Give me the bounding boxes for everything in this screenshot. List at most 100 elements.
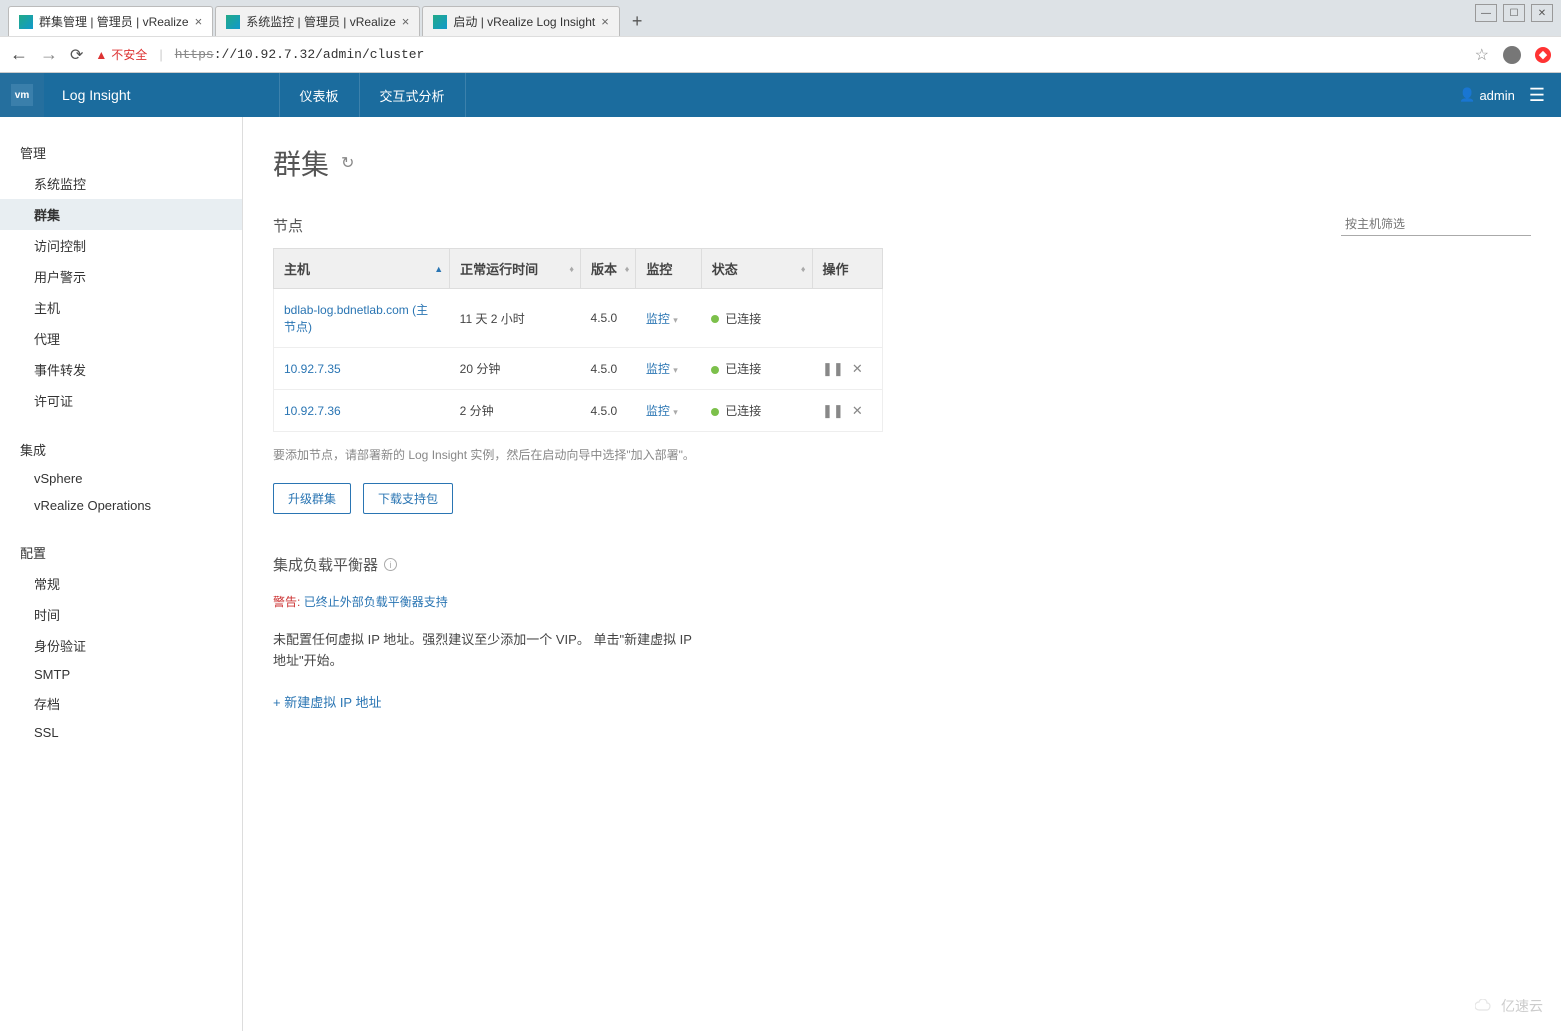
- tab-title: 启动 | vRealize Log Insight: [453, 13, 595, 30]
- nav-dashboards[interactable]: 仪表板: [279, 73, 359, 117]
- status-dot-icon: [711, 315, 719, 323]
- sidebar-item[interactable]: vSphere: [0, 465, 242, 492]
- sidebar-item[interactable]: 事件转发: [0, 354, 242, 385]
- user-menu[interactable]: 👤 admin: [1459, 87, 1515, 103]
- pause-icon[interactable]: ❚❚: [822, 403, 844, 419]
- watermark: 亿速云: [1475, 996, 1543, 1016]
- app-header: vm Log Insight 仪表板 交互式分析 👤 admin ☰: [0, 73, 1561, 117]
- sidebar-item[interactable]: 用户警示: [0, 261, 242, 292]
- cell-uptime: 20 分钟: [450, 348, 581, 390]
- host-filter-input[interactable]: [1341, 213, 1531, 236]
- col-status[interactable]: 状态♦: [701, 249, 812, 289]
- table-row: 10.92.7.35 20 分钟4.5.0 监控 ▾ 已连接 ❚❚ ✕: [274, 348, 883, 390]
- table-row: 10.92.7.362 分钟4.5.0监控 ▾已连接❚❚✕: [274, 390, 883, 432]
- browser-tab[interactable]: 群集管理 | 管理员 | vRealize ×: [8, 6, 213, 36]
- sidebar-item[interactable]: 系统监控: [0, 168, 242, 199]
- add-vip-link[interactable]: + 新建虚拟 IP 地址: [273, 692, 381, 711]
- divider: |: [159, 47, 162, 62]
- tab-close-icon[interactable]: ×: [195, 14, 203, 29]
- pause-icon[interactable]: ❚❚: [822, 361, 844, 377]
- sidebar-item[interactable]: SMTP: [0, 661, 242, 688]
- window-minimize[interactable]: —: [1475, 4, 1497, 22]
- host-link[interactable]: 10.92.7.36: [284, 404, 341, 418]
- monitor-link[interactable]: 监控: [646, 404, 670, 418]
- profile-icon[interactable]: [1503, 46, 1521, 64]
- sidebar-item[interactable]: 存档: [0, 688, 242, 719]
- remove-icon[interactable]: ✕: [852, 361, 863, 377]
- status-dot-icon: [711, 366, 719, 374]
- col-uptime[interactable]: 正常运行时间♦: [450, 249, 581, 289]
- user-icon: 👤: [1459, 87, 1475, 103]
- browser-tab[interactable]: 启动 | vRealize Log Insight ×: [422, 6, 619, 36]
- cell-version: 4.5.0: [581, 348, 636, 390]
- sidebar-item[interactable]: 访问控制: [0, 230, 242, 261]
- window-maximize[interactable]: ☐: [1503, 4, 1525, 22]
- tab-bar: 群集管理 | 管理员 | vRealize×系统监控 | 管理员 | vReal…: [0, 0, 1561, 36]
- cell-status: 已连接: [701, 289, 812, 348]
- address-bar: ← → ⟳ ▲ 不安全 | https://10.92.7.32/admin/c…: [0, 36, 1561, 72]
- sidebar-item[interactable]: 常规: [0, 568, 242, 599]
- nav-forward-icon[interactable]: →: [40, 44, 58, 65]
- nav-back-icon[interactable]: ←: [10, 44, 28, 65]
- info-icon[interactable]: i: [384, 558, 397, 571]
- sidebar-item[interactable]: 身份验证: [0, 630, 242, 661]
- monitor-link[interactable]: 监控: [646, 312, 670, 326]
- insecure-label: 不安全: [111, 46, 147, 63]
- window-close[interactable]: ✕: [1531, 4, 1553, 22]
- chevron-down-icon[interactable]: ▾: [673, 407, 678, 417]
- extension-icon[interactable]: ◆: [1535, 47, 1551, 63]
- nav-interactive[interactable]: 交互式分析: [359, 73, 466, 117]
- watermark-text: 亿速云: [1501, 996, 1543, 1016]
- monitor-link[interactable]: 监控: [646, 362, 670, 376]
- lb-note: 未配置任何虚拟 IP 地址。强烈建议至少添加一个 VIP。 单击"新建虚拟 IP…: [273, 630, 703, 672]
- chevron-down-icon[interactable]: ▾: [673, 365, 678, 375]
- tab-title: 群集管理 | 管理员 | vRealize: [39, 13, 189, 30]
- sidebar-item[interactable]: 主机: [0, 292, 242, 323]
- upgrade-cluster-button[interactable]: 升级群集: [273, 483, 351, 514]
- main-content: 群集 ↻ 节点 主机▲ 正常运行时间♦ 版本♦ 监控 状态♦ 操作 bdlab-…: [243, 117, 1561, 1031]
- table-row: bdlab-log.bdnetlab.com (主节点)11 天 2 小时4.5…: [274, 289, 883, 348]
- url-scheme: https: [175, 47, 214, 62]
- hamburger-icon[interactable]: ☰: [1529, 85, 1545, 106]
- warning-link[interactable]: 已终止外部负载平衡器支持: [304, 595, 448, 609]
- insecure-indicator[interactable]: ▲ 不安全: [95, 46, 147, 63]
- sidebar-item[interactable]: 代理: [0, 323, 242, 354]
- tab-close-icon[interactable]: ×: [601, 14, 609, 29]
- reload-icon[interactable]: ⟳: [70, 45, 83, 65]
- tab-close-icon[interactable]: ×: [402, 14, 410, 29]
- download-support-button[interactable]: 下载支持包: [363, 483, 453, 514]
- url-path: ://10.92.7.32/admin/cluster: [214, 47, 425, 62]
- cell-uptime: 11 天 2 小时: [450, 289, 581, 348]
- col-version[interactable]: 版本♦: [581, 249, 636, 289]
- sidebar-group-title: 管理: [0, 137, 242, 168]
- sidebar-item[interactable]: vRealize Operations: [0, 492, 242, 519]
- col-monitor: 监控: [636, 249, 701, 289]
- app-title: Log Insight: [44, 87, 149, 103]
- cell-status: 已连接: [701, 348, 812, 390]
- sidebar-item[interactable]: SSL: [0, 719, 242, 746]
- refresh-icon[interactable]: ↻: [341, 153, 354, 173]
- tab-title: 系统监控 | 管理员 | vRealize: [246, 13, 396, 30]
- sidebar-group-title: 配置: [0, 537, 242, 568]
- bookmark-icon[interactable]: ☆: [1475, 45, 1489, 65]
- nav-menu: 仪表板 交互式分析: [279, 73, 466, 117]
- host-link[interactable]: 10.92.7.35: [284, 362, 341, 376]
- tab-favicon-icon: [19, 15, 33, 29]
- logo-text: vm: [11, 84, 33, 106]
- nodes-section-title: 节点: [273, 215, 303, 236]
- url-display[interactable]: https://10.92.7.32/admin/cluster: [175, 47, 425, 62]
- page-title: 群集: [273, 143, 329, 183]
- col-host[interactable]: 主机▲: [274, 249, 450, 289]
- chevron-down-icon[interactable]: ▾: [673, 315, 678, 325]
- browser-tab[interactable]: 系统监控 | 管理员 | vRealize ×: [215, 6, 420, 36]
- logo[interactable]: vm: [0, 73, 44, 117]
- add-node-note: 要添加节点，请部署新的 Log Insight 实例，然后在启动向导中选择"加入…: [273, 446, 1531, 463]
- warning-icon: ▲: [95, 48, 107, 62]
- sidebar-item[interactable]: 时间: [0, 599, 242, 630]
- lb-section-title: 集成负载平衡器: [273, 554, 378, 575]
- new-tab-button[interactable]: +: [622, 7, 653, 36]
- sidebar-item[interactable]: 许可证: [0, 385, 242, 416]
- remove-icon[interactable]: ✕: [852, 403, 863, 419]
- sidebar-item[interactable]: 群集: [0, 199, 242, 230]
- host-link[interactable]: bdlab-log.bdnetlab.com (主节点): [284, 303, 428, 334]
